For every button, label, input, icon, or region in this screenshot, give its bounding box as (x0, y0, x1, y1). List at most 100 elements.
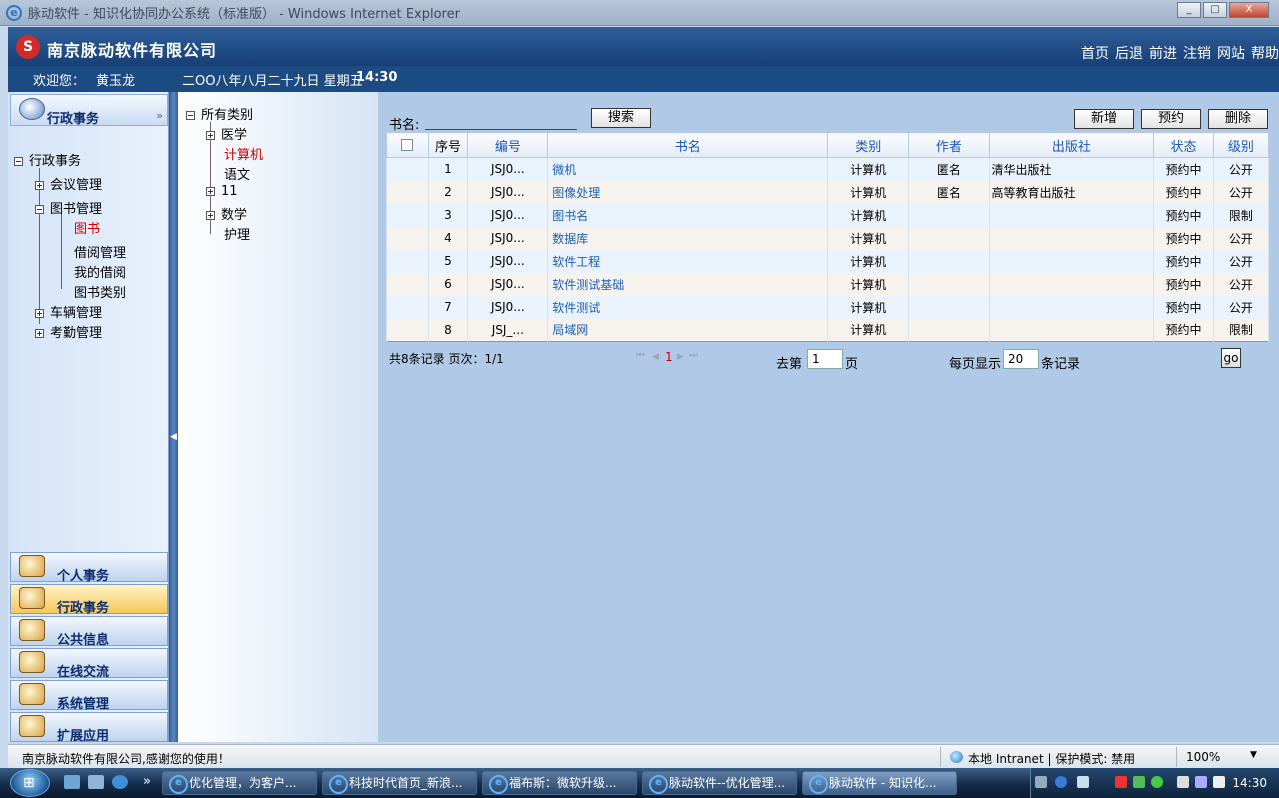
cell-book-name-link[interactable]: 局域网 (547, 318, 829, 342)
col-header-author[interactable]: 作者 (908, 132, 990, 158)
select-all-checkbox[interactable] (401, 139, 414, 151)
cell-book-name-link[interactable]: 微机 (547, 157, 829, 181)
network-icon[interactable] (1195, 776, 1207, 788)
pager-last-icon[interactable]: ⏭ (689, 350, 698, 361)
cell-book-name-link[interactable]: 软件工程 (547, 249, 829, 273)
chat-icon[interactable] (1151, 776, 1163, 788)
go-button[interactable]: go (1221, 348, 1241, 368)
tree-node-meeting[interactable]: 会议管理 (35, 174, 102, 193)
tree-node-book[interactable]: 图书 (74, 218, 100, 237)
help-icon[interactable] (1055, 776, 1067, 788)
switch-windows-icon[interactable] (88, 775, 104, 789)
language-icon[interactable] (1077, 776, 1089, 788)
security-zone[interactable]: 本地 Intranet | 保护模式: 禁用 (950, 750, 1135, 767)
col-header-no[interactable]: 序号 (427, 132, 469, 158)
col-header-publisher[interactable]: 出版社 (988, 132, 1155, 158)
zoom-level[interactable]: 100% (1186, 750, 1220, 764)
table-row[interactable]: 7 JSJ0... 软件测试 计算机 预约中 公开 (386, 295, 1270, 319)
select-all-header[interactable] (386, 132, 429, 158)
cell-book-name-link[interactable]: 图书名 (547, 203, 829, 227)
sidebar-splitter[interactable]: ◀ (169, 92, 178, 742)
expand-icon[interactable] (206, 131, 215, 140)
col-header-category[interactable]: 类别 (827, 132, 910, 158)
sidebar-panel-header[interactable]: 行政事务 » (10, 94, 168, 127)
expand-icon[interactable] (35, 309, 44, 318)
collapse-arrow-icon[interactable]: ◀ (170, 432, 177, 442)
expand-icon[interactable] (206, 187, 215, 196)
show-desktop-icon[interactable] (64, 775, 80, 789)
table-row[interactable]: 6 JSJ0... 软件测试基础 计算机 预约中 公开 (386, 272, 1270, 296)
table-row[interactable]: 5 JSJ0... 软件工程 计算机 预约中 公开 (386, 249, 1270, 273)
cell-book-name-link[interactable]: 软件测试 (547, 295, 829, 319)
tree-node-attendance[interactable]: 考勤管理 (35, 322, 102, 341)
table-row[interactable]: 1 JSJ0... 微机 计算机 匿名 清华出版社 预约中 公开 (386, 157, 1270, 181)
taskbar-item-1[interactable]: 优化管理，为客户... (162, 771, 317, 795)
module-personal[interactable]: 个人事务 (10, 552, 168, 584)
taskbar-item-5[interactable]: 脉动软件 - 知识化... (802, 771, 957, 795)
book-name-search-input[interactable] (425, 112, 577, 130)
cell-book-name-link[interactable]: 数据库 (547, 226, 829, 250)
module-admin[interactable]: 行政事务 (10, 584, 168, 616)
pager-current-page[interactable]: 1 (665, 350, 673, 364)
pager-next-icon[interactable]: ▶ (677, 352, 684, 362)
table-row[interactable]: 3 JSJ0... 图书名 计算机 预约中 限制 (386, 203, 1270, 227)
expand-icon[interactable] (35, 181, 44, 190)
col-header-code[interactable]: 编号 (467, 132, 549, 158)
reserve-button[interactable]: 预约 (1141, 109, 1201, 129)
category-nursing[interactable]: 护理 (224, 224, 250, 243)
tree-node-vehicle[interactable]: 车辆管理 (35, 302, 102, 321)
device-icon[interactable] (1177, 776, 1189, 788)
add-button[interactable]: 新增 (1074, 109, 1134, 129)
collapse-icon[interactable] (14, 157, 23, 166)
volume-icon[interactable] (1213, 776, 1225, 788)
tree-node-books[interactable]: 图书管理 (35, 198, 102, 217)
messenger-icon[interactable] (1133, 776, 1145, 788)
goto-page-input[interactable] (807, 349, 843, 369)
maximize-button[interactable]: □ (1203, 2, 1227, 18)
tree-node-my-borrow[interactable]: 我的借阅 (74, 262, 126, 281)
col-header-status[interactable]: 状态 (1153, 132, 1214, 158)
table-row[interactable]: 4 JSJ0... 数据库 计算机 预约中 公开 (386, 226, 1270, 250)
nav-forward[interactable]: 前进 (1149, 43, 1177, 63)
nav-logout[interactable]: 注销 (1183, 43, 1211, 63)
table-row[interactable]: 2 JSJ0... 图像处理 计算机 匿名 高等教育出版社 预约中 公开 (386, 180, 1270, 204)
category-chinese[interactable]: 语文 (224, 164, 250, 183)
tree-node-borrow[interactable]: 借阅管理 (74, 242, 126, 261)
search-button[interactable]: 搜索 (591, 108, 651, 128)
table-row[interactable]: 8 JSJ_... 局域网 计算机 预约中 限制 (386, 318, 1270, 342)
category-medicine[interactable]: 医学 (206, 124, 247, 143)
collapse-icon[interactable] (186, 111, 195, 120)
minimize-button[interactable]: _ (1177, 2, 1201, 18)
col-header-level[interactable]: 级别 (1212, 132, 1270, 158)
nav-back[interactable]: 后退 (1115, 43, 1143, 63)
taskbar-item-4[interactable]: 脉动软件--优化管理... (642, 771, 797, 795)
taskbar-item-3[interactable]: 福布斯：微软升级... (482, 771, 637, 795)
nav-help[interactable]: 帮助 (1251, 43, 1279, 63)
expand-icon[interactable] (35, 329, 44, 338)
pager-first-icon[interactable]: ⏮ (636, 350, 645, 361)
module-system[interactable]: 系统管理 (10, 680, 168, 712)
per-page-input[interactable] (1003, 349, 1039, 369)
category-11[interactable]: 11 (206, 184, 238, 202)
zoom-dropdown-icon[interactable]: ▼ (1250, 750, 1257, 760)
start-button[interactable]: ⊞ (10, 769, 50, 797)
taskbar-item-2[interactable]: 科技时代首页_新浪... (322, 771, 477, 795)
category-computer[interactable]: 计算机 (224, 144, 263, 163)
close-button[interactable]: X (1229, 2, 1269, 18)
taskbar-clock[interactable]: 14:30 (1232, 776, 1267, 790)
module-online-chat[interactable]: 在线交流 (10, 648, 168, 680)
pager-prev-icon[interactable]: ◀ (652, 352, 659, 362)
cell-book-name-link[interactable]: 图像处理 (547, 180, 829, 204)
module-public-info[interactable]: 公共信息 (10, 616, 168, 648)
nav-website[interactable]: 网站 (1217, 43, 1245, 63)
qq-icon[interactable] (1115, 776, 1127, 788)
tree-node-book-category[interactable]: 图书类别 (74, 282, 126, 301)
cell-book-name-link[interactable]: 软件测试基础 (547, 272, 829, 296)
category-root[interactable]: 所有类别 (186, 104, 253, 123)
tree-node-root[interactable]: 行政事务 (14, 150, 81, 169)
delete-button[interactable]: 删除 (1208, 109, 1268, 129)
ie-quicklaunch-icon[interactable] (112, 775, 128, 789)
nav-home[interactable]: 首页 (1081, 43, 1109, 63)
category-math[interactable]: 数学 (206, 204, 247, 223)
col-header-name[interactable]: 书名 (547, 132, 829, 158)
